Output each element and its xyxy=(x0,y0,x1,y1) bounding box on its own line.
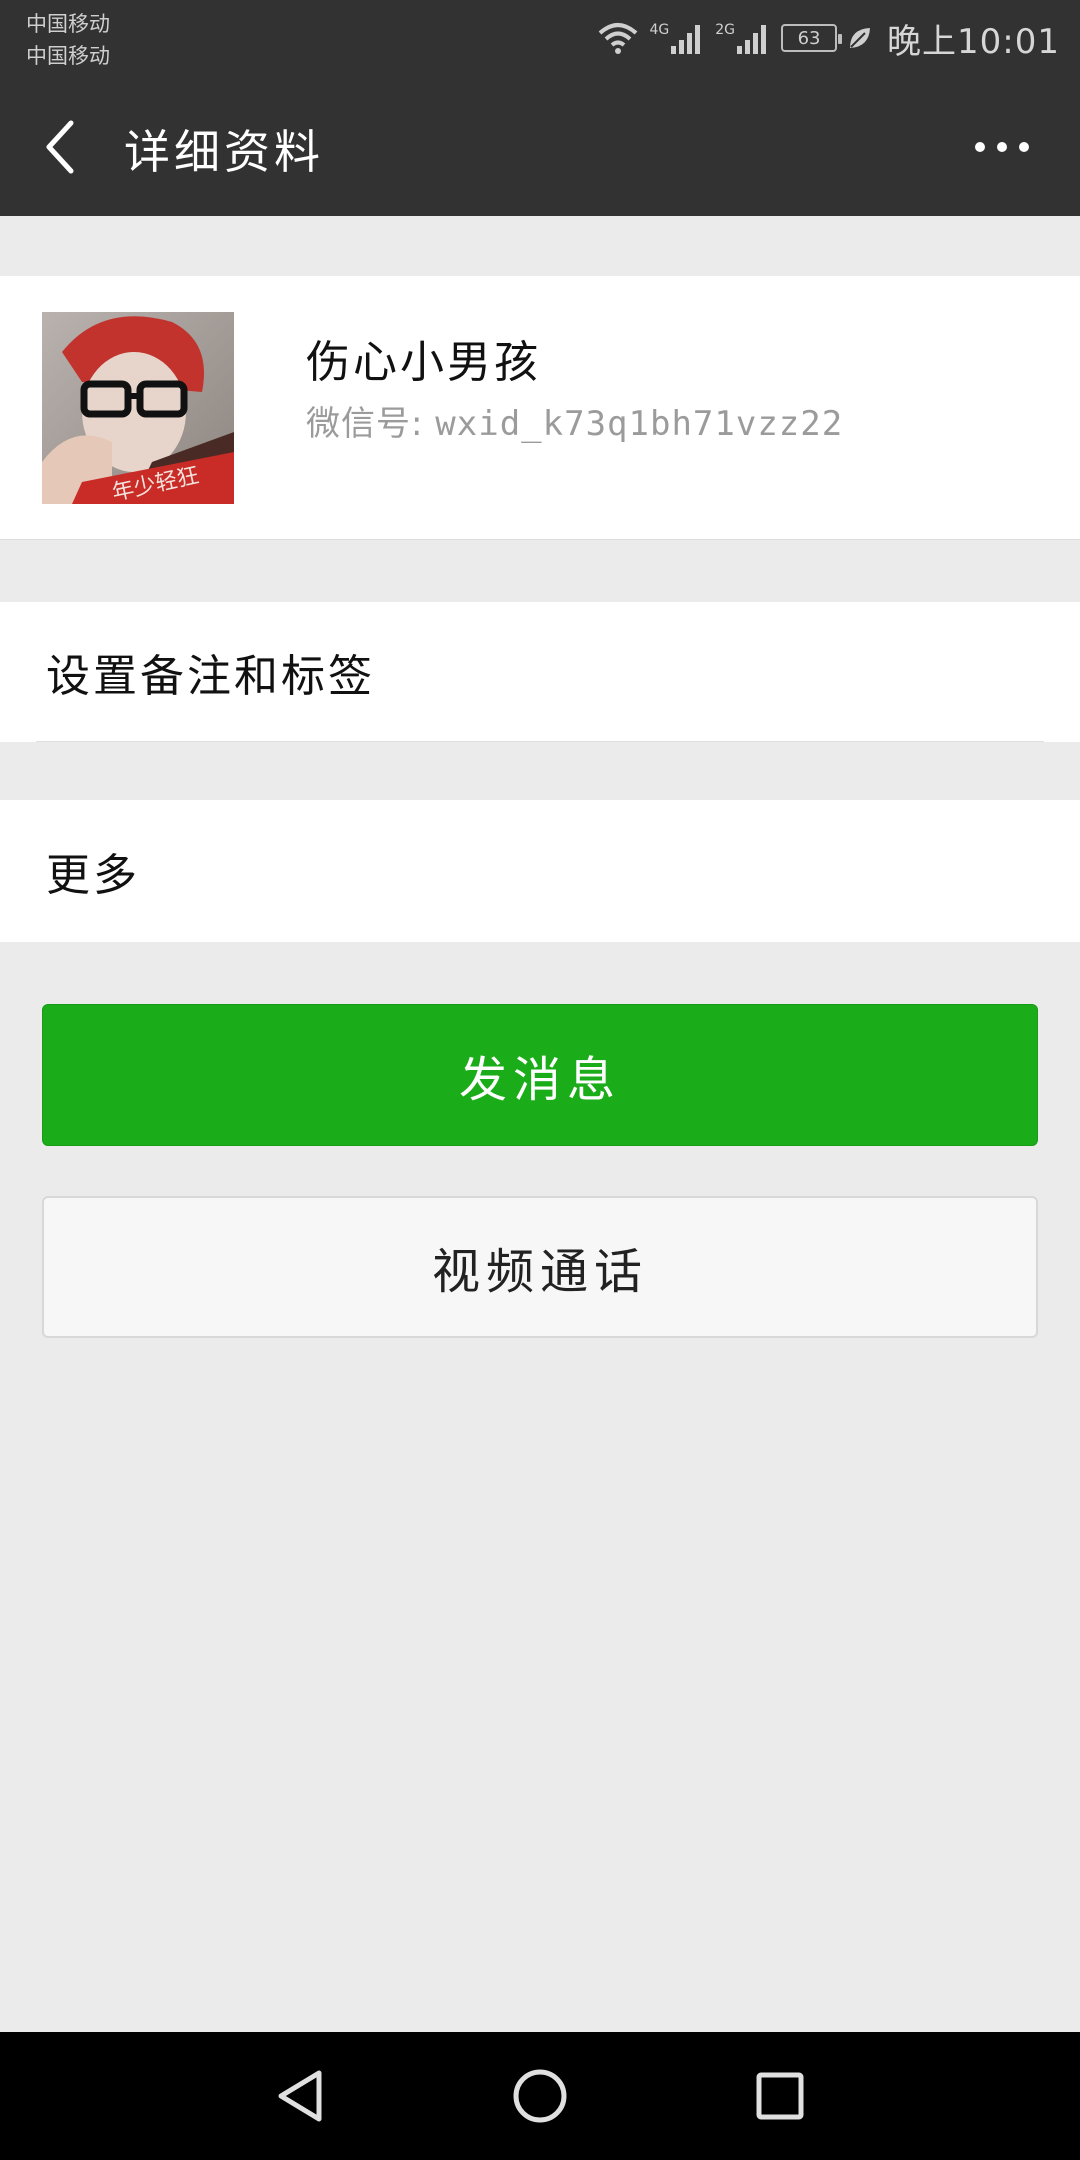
square-recents-icon xyxy=(756,2072,804,2120)
leaf-icon xyxy=(850,28,871,48)
more-label: 更多 xyxy=(46,850,140,901)
title-bar: 详细资料 xyxy=(0,78,1080,216)
wifi-icon xyxy=(599,23,638,54)
nav-home-button[interactable] xyxy=(500,2056,580,2136)
circle-home-icon xyxy=(513,2069,567,2123)
more-dots-icon xyxy=(975,142,1029,152)
battery-level: 63 xyxy=(797,27,821,49)
system-navigation-bar xyxy=(0,2032,1080,2160)
wechat-id-row: 微信号: wxid_k73q1bh71vzz22 xyxy=(306,396,843,445)
network-type-2: 2G xyxy=(715,22,736,38)
network-type-1: 4G xyxy=(649,22,670,38)
more-options-button[interactable] xyxy=(964,122,1040,172)
divider xyxy=(36,741,1044,742)
wechat-id-label: 微信号: xyxy=(306,404,424,444)
avatar-image: 年少轻狂 xyxy=(42,312,234,504)
battery-icon: 63 xyxy=(781,24,843,52)
send-message-button[interactable]: 发消息 xyxy=(42,1004,1038,1146)
signal-2g: 2G xyxy=(715,22,771,54)
profile-card: 年少轻狂 伤心小男孩 微信号: wxid_k73q1bh71vzz22 xyxy=(0,276,1080,540)
signal-bars-icon xyxy=(737,25,767,54)
back-button[interactable] xyxy=(30,108,90,186)
triangle-back-icon xyxy=(278,2070,322,2122)
page-title: 详细资料 xyxy=(124,125,324,179)
carrier-2: 中国移动 xyxy=(26,44,110,68)
set-remark-label: 设置备注和标签 xyxy=(46,651,375,702)
wechat-id-value: wxid_k73q1bh71vzz22 xyxy=(435,404,844,444)
status-bar: 中国移动 中国移动 4G 2G 63 晚上10:01 xyxy=(0,0,1080,78)
signal-4g: 4G xyxy=(649,22,705,54)
video-call-button[interactable]: 视频通话 xyxy=(42,1196,1038,1338)
status-icons: 4G 2G 63 晚上10:01 xyxy=(597,14,1060,62)
set-remark-and-tags-row[interactable]: 设置备注和标签 xyxy=(0,602,1080,742)
clock: 晚上10:01 xyxy=(887,21,1060,62)
chevron-left-icon xyxy=(46,120,74,174)
carrier-1: 中国移动 xyxy=(26,12,110,36)
carrier-info: 中国移动 中国移动 xyxy=(26,8,110,72)
avatar[interactable]: 年少轻狂 xyxy=(42,312,234,504)
nav-recents-button[interactable] xyxy=(740,2056,820,2136)
nickname: 伤心小男孩 xyxy=(306,337,541,388)
more-row[interactable]: 更多 xyxy=(0,800,1080,942)
signal-bars-icon xyxy=(671,25,701,54)
nav-back-button[interactable] xyxy=(260,2056,340,2136)
